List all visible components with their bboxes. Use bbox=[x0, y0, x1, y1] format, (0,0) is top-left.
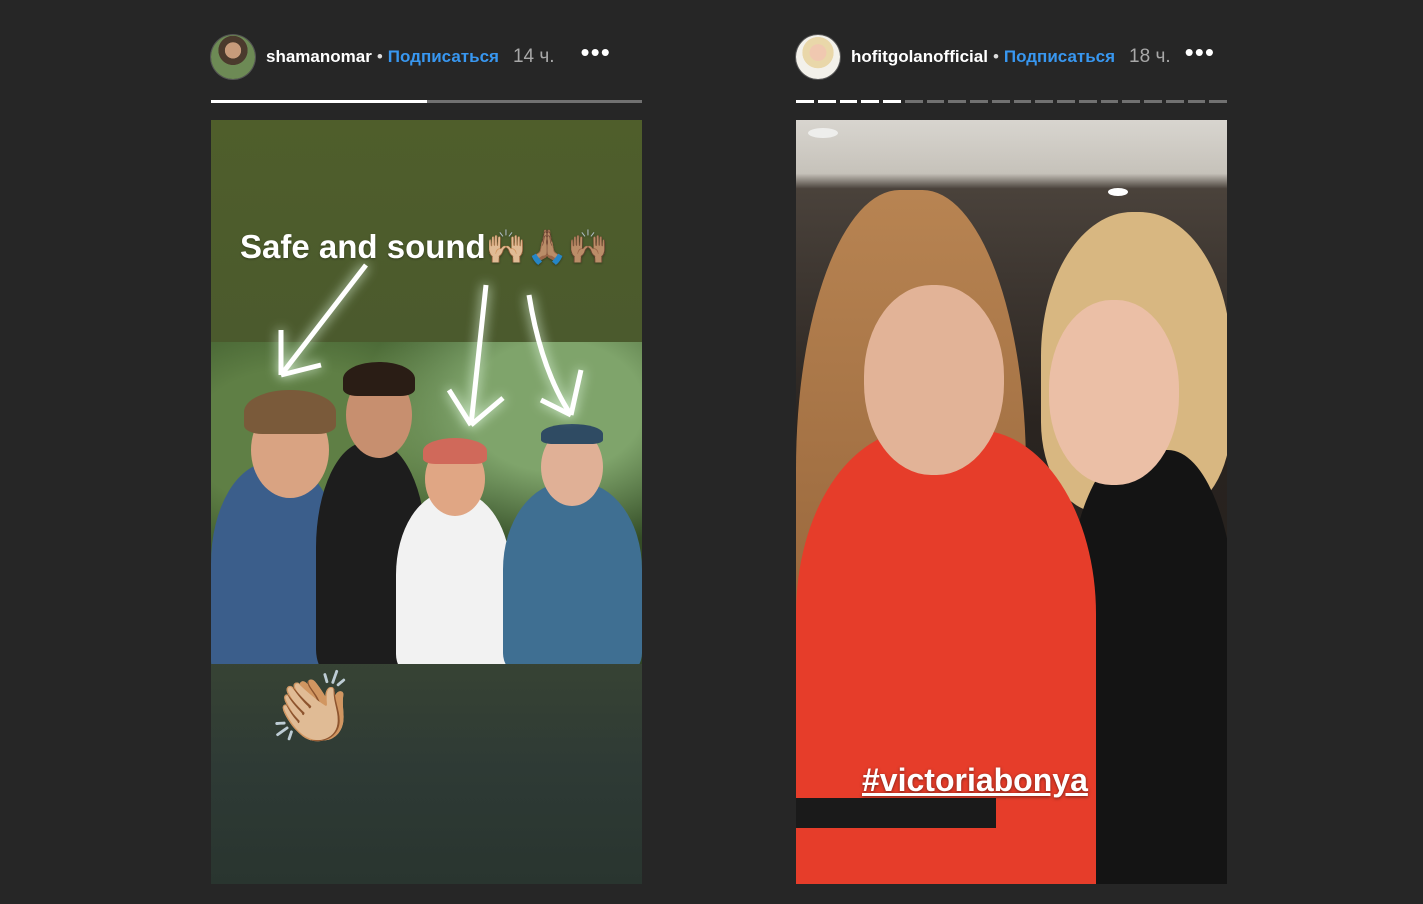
arrow-icon bbox=[526, 294, 584, 418]
person bbox=[1049, 300, 1179, 485]
progress-bar bbox=[796, 100, 1227, 103]
username[interactable]: shamanomar bbox=[266, 47, 372, 67]
progress-segment bbox=[1035, 100, 1053, 103]
more-options-icon[interactable]: ••• bbox=[581, 39, 611, 67]
progress-segment bbox=[948, 100, 966, 103]
clap-emoji: 👏🏼 bbox=[269, 669, 357, 747]
progress-segment bbox=[1013, 100, 1032, 103]
hashtag-sticker[interactable]: #victoriabonya bbox=[862, 762, 1088, 799]
story-media[interactable]: Safe and sound🙌🏼🙏🏽🙌🏽 👏🏼 bbox=[211, 120, 642, 884]
story-media[interactable]: #victoriabonya bbox=[796, 120, 1227, 884]
follow-button[interactable]: Подписаться bbox=[388, 47, 499, 67]
progress-segment bbox=[970, 100, 988, 103]
progress-segment bbox=[926, 100, 945, 103]
arrow-icon bbox=[446, 284, 505, 427]
progress-segment bbox=[1187, 100, 1206, 103]
avatar[interactable] bbox=[796, 35, 840, 79]
follow-button[interactable]: Подписаться bbox=[1004, 47, 1115, 67]
progress-segment bbox=[1078, 100, 1097, 103]
progress-segment bbox=[1122, 100, 1140, 103]
progress-segment bbox=[1144, 100, 1162, 103]
arrow-icon bbox=[278, 263, 368, 378]
separator-dot: • bbox=[376, 47, 383, 66]
story-card-shamanomar[interactable]: shamanomar • Подписаться 14 ч. ••• Safe … bbox=[211, 0, 642, 904]
timestamp: 18 ч. bbox=[1129, 46, 1171, 67]
progress-segment bbox=[904, 100, 923, 103]
progress-segment bbox=[817, 100, 836, 103]
progress-segment bbox=[861, 100, 879, 103]
progress-segment bbox=[1209, 100, 1227, 103]
avatar[interactable] bbox=[211, 35, 255, 79]
progress-segment bbox=[211, 100, 642, 103]
username[interactable]: hofitgolanofficial bbox=[851, 47, 988, 67]
progress-segment bbox=[796, 100, 814, 103]
progress-segment bbox=[1100, 100, 1119, 103]
timestamp: 14 ч. bbox=[512, 46, 555, 67]
story-header: shamanomar • Подписаться 14 ч. ••• bbox=[211, 34, 642, 80]
progress-segment bbox=[1057, 100, 1075, 103]
progress-segment bbox=[839, 100, 858, 103]
progress-bar bbox=[211, 100, 642, 103]
story-card-hofitgolanofficial[interactable]: hofitgolanofficial • Подписаться 18 ч. •… bbox=[796, 0, 1227, 904]
progress-segment bbox=[883, 100, 901, 103]
ceiling-light bbox=[808, 128, 838, 138]
person bbox=[864, 285, 1004, 475]
ceiling-light bbox=[1108, 188, 1128, 196]
progress-segment bbox=[991, 100, 1010, 103]
story-header: hofitgolanofficial • Подписаться 18 ч. •… bbox=[796, 34, 1227, 80]
progress-segment bbox=[1165, 100, 1184, 103]
separator-dot: • bbox=[992, 47, 999, 66]
more-options-icon[interactable]: ••• bbox=[1185, 39, 1215, 67]
